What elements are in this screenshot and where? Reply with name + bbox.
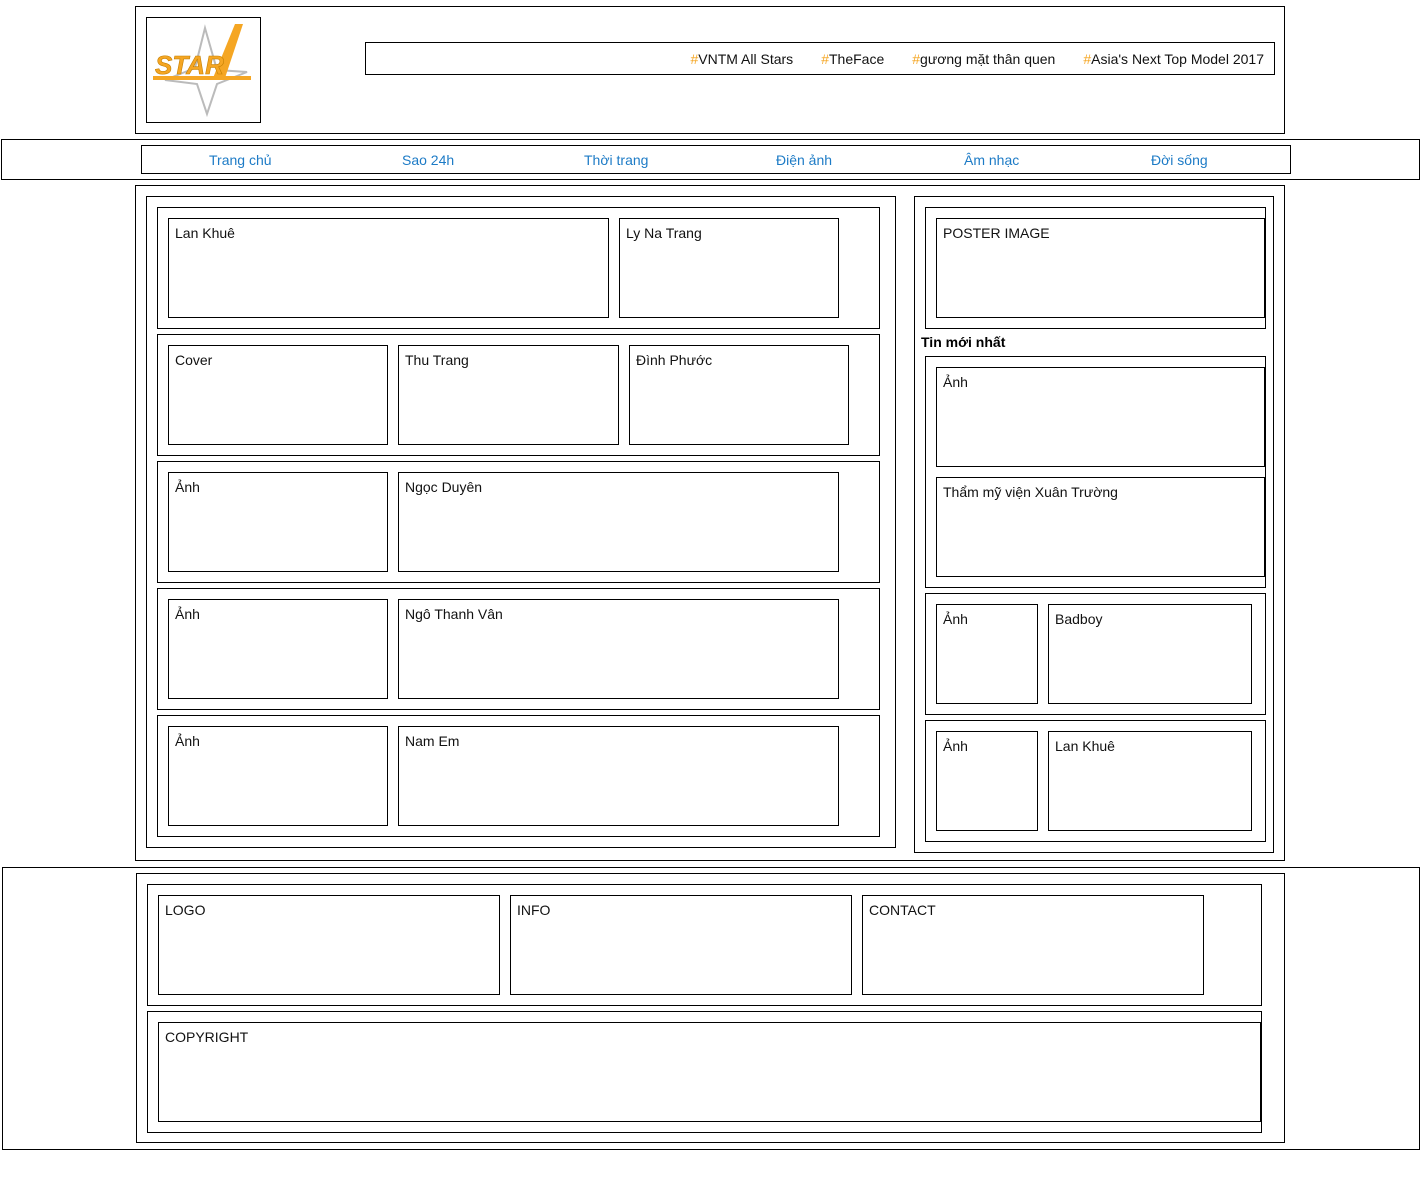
sidebar-item-title: Lan Khuê — [1055, 738, 1115, 754]
article-title: Nam Em — [405, 733, 460, 749]
article-card[interactable]: Nam Em — [398, 726, 839, 826]
cover-label: Cover — [175, 352, 213, 368]
latest-news-title: Tin mới nhất — [921, 334, 1006, 350]
footer-info: INFO — [510, 895, 852, 995]
hashtag-guong-mat[interactable]: #gương mặt thân quen — [912, 51, 1055, 67]
footer-info-label: INFO — [517, 902, 551, 918]
nav-bar: Trang chủ Sao 24h Thời trang Điện ảnh Âm… — [141, 145, 1291, 174]
article-card[interactable]: Thu Trang — [398, 345, 619, 445]
news-title-card[interactable]: Thẩm mỹ viện Xuân Trường — [936, 477, 1265, 577]
image-label: Ảnh — [943, 611, 968, 627]
image-label: Ảnh — [943, 374, 968, 390]
article-title: Đình Phước — [636, 352, 713, 368]
article-card[interactable]: Ngô Thanh Vân — [398, 599, 839, 699]
image-label: Ảnh — [175, 733, 200, 749]
footer-contact-label: CONTACT — [869, 902, 936, 918]
footer-logo[interactable]: LOGO — [158, 895, 500, 995]
article-title: Ly Na Trang — [626, 225, 702, 241]
nav-item-home[interactable]: Trang chủ — [209, 152, 272, 168]
image-label: Ảnh — [175, 479, 200, 495]
nav-item-fashion[interactable]: Thời trang — [584, 152, 648, 168]
article-card[interactable]: Ly Na Trang — [619, 218, 839, 318]
article-title: Lan Khuê — [175, 225, 235, 241]
sidebar-item-image[interactable]: Ảnh — [936, 731, 1038, 831]
hashtag-vntm[interactable]: #VNTM All Stars — [690, 51, 793, 67]
news-image[interactable]: Ảnh — [936, 367, 1265, 467]
nav-item-music[interactable]: Âm nhạc — [964, 152, 1019, 168]
nav-item-sao24h[interactable]: Sao 24h — [402, 152, 454, 168]
article-title: Thu Trang — [405, 352, 469, 368]
article-image[interactable]: Ảnh — [168, 472, 388, 572]
nav-item-life[interactable]: Đời sống — [1151, 152, 1208, 168]
article-card[interactable]: Ngọc Duyên — [398, 472, 839, 572]
sidebar-item-card[interactable]: Lan Khuê — [1048, 731, 1252, 831]
star-logo-icon: STAR — [153, 24, 251, 118]
poster-image[interactable]: POSTER IMAGE — [936, 218, 1265, 318]
sidebar-item-card[interactable]: Badboy — [1048, 604, 1252, 704]
logo-text: STAR — [155, 50, 224, 80]
copyright-label: COPYRIGHT — [165, 1029, 249, 1045]
copyright: COPYRIGHT — [158, 1022, 1261, 1122]
header: STAR #VNTM All Stars #TheFace #gương mặt… — [135, 6, 1285, 134]
image-label: Ảnh — [943, 738, 968, 754]
site-logo[interactable]: STAR — [146, 17, 261, 123]
hashtag-asia-ntm[interactable]: #Asia's Next Top Model 2017 — [1083, 51, 1264, 67]
article-card[interactable]: Lan Khuê — [168, 218, 609, 318]
news-title: Thẩm mỹ viện Xuân Trường — [943, 484, 1118, 500]
hashtag-bar: #VNTM All Stars #TheFace #gương mặt thân… — [365, 42, 1275, 75]
hashtag-theface[interactable]: #TheFace — [821, 51, 884, 67]
footer-logo-label: LOGO — [165, 902, 206, 918]
article-image[interactable]: Ảnh — [168, 726, 388, 826]
poster-label: POSTER IMAGE — [943, 225, 1050, 241]
article-title: Ngô Thanh Vân — [405, 606, 503, 622]
image-label: Ảnh — [175, 606, 200, 622]
sidebar-item-title: Badboy — [1055, 611, 1103, 627]
article-card[interactable]: Đình Phước — [629, 345, 849, 445]
sidebar-item-image[interactable]: Ảnh — [936, 604, 1038, 704]
article-title: Ngọc Duyên — [405, 479, 483, 495]
footer-contact[interactable]: CONTACT — [862, 895, 1204, 995]
nav-strip: Trang chủ Sao 24h Thời trang Điện ảnh Âm… — [1, 139, 1420, 180]
cover-image[interactable]: Cover — [168, 345, 388, 445]
nav-item-cinema[interactable]: Điện ảnh — [776, 152, 832, 168]
article-image[interactable]: Ảnh — [168, 599, 388, 699]
